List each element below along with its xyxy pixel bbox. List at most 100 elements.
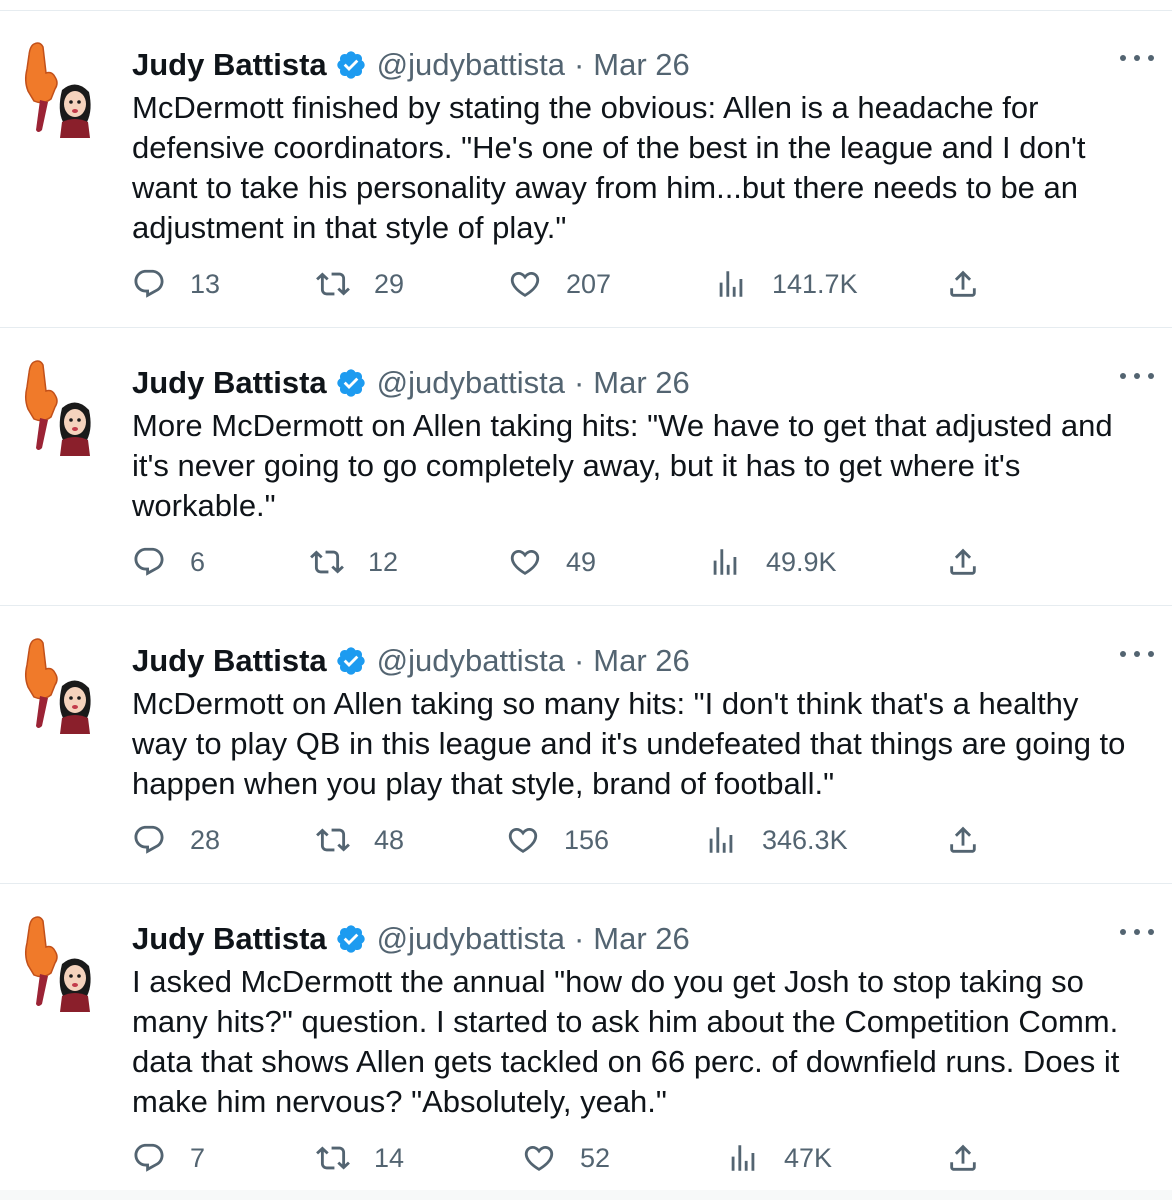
speech-bubble-icon	[134, 1143, 164, 1172]
tweet[interactable]: Judy Battista @judybattista · Mar 26 Mor…	[0, 328, 1172, 606]
speech-bubble-icon	[134, 825, 164, 854]
retweet-button[interactable]: 14	[316, 1138, 404, 1178]
separator-dot: ·	[573, 643, 585, 678]
share-button[interactable]	[946, 820, 980, 860]
views-button[interactable]: 49.9K	[708, 542, 837, 582]
author-name[interactable]: Judy Battista	[132, 365, 327, 401]
views-button[interactable]: 346.3K	[704, 820, 848, 860]
verified-badge-icon	[337, 369, 365, 397]
action-bar: 13 29 207 141.7K	[132, 264, 992, 304]
author-handle[interactable]: @judybattista	[377, 643, 565, 679]
retweet-arrows-icon	[316, 1146, 350, 1170]
reply-count: 7	[190, 1142, 206, 1173]
retweet-button[interactable]: 12	[310, 542, 398, 582]
tweet-header: Judy Battista @judybattista · Mar 26	[132, 358, 690, 408]
like-count: 52	[580, 1142, 611, 1173]
more-options-button[interactable]	[1120, 366, 1154, 386]
author-name[interactable]: Judy Battista	[132, 921, 327, 957]
upload-arrow-icon	[950, 826, 976, 853]
tweet[interactable]: Judy Battista @judybattista · Mar 26 I a…	[0, 884, 1172, 1200]
heart-icon	[510, 549, 540, 575]
reply-count: 13	[190, 268, 221, 299]
bitmoji-face-icon	[59, 680, 91, 734]
bar-chart-icon	[719, 271, 743, 297]
retweet-button[interactable]: 48	[316, 820, 404, 860]
tweet-text: I asked McDermott the annual "how do you…	[132, 964, 1120, 1119]
like-count: 207	[566, 268, 612, 299]
foam-finger-icon	[24, 360, 58, 450]
view-count: 49.9K	[766, 546, 837, 577]
reply-button[interactable]: 13	[132, 264, 220, 304]
tweet-date[interactable]: Mar 26	[593, 365, 689, 401]
retweet-arrows-icon	[316, 828, 350, 852]
tweet[interactable]: Judy Battista @judybattista · Mar 26 McD…	[0, 606, 1172, 884]
avatar[interactable]	[22, 40, 94, 140]
author-handle[interactable]: @judybattista	[377, 921, 565, 957]
like-button[interactable]: 49	[508, 542, 596, 582]
more-options-button[interactable]	[1120, 644, 1154, 664]
bar-chart-icon	[713, 549, 737, 575]
reply-button[interactable]: 6	[132, 542, 205, 582]
tweet-header: Judy Battista @judybattista · Mar 26	[132, 914, 690, 964]
tweet-date[interactable]: Mar 26	[593, 643, 689, 679]
views-button[interactable]: 47K	[726, 1138, 832, 1178]
foam-finger-icon	[24, 916, 58, 1006]
retweet-button[interactable]: 29	[316, 264, 404, 304]
bitmoji-face-icon	[59, 84, 91, 138]
bitmoji-face-icon	[59, 958, 91, 1012]
reply-count: 28	[190, 824, 221, 855]
verified-badge-icon	[337, 647, 365, 675]
bar-chart-icon	[709, 827, 733, 853]
tweet-feed: Judy Battista @judybattista · Mar 26 McD…	[0, 0, 1172, 1200]
reply-count: 6	[190, 546, 206, 577]
like-button[interactable]: 156	[506, 820, 609, 860]
action-bar: 28 48 156 346.3K	[132, 820, 992, 860]
avatar[interactable]	[22, 358, 94, 458]
ellipsis-icon	[1120, 373, 1126, 379]
more-options-button[interactable]	[1120, 922, 1154, 942]
avatar[interactable]	[22, 914, 94, 1014]
upload-arrow-icon	[950, 548, 976, 575]
author-handle[interactable]: @judybattista	[377, 365, 565, 401]
retweet-arrows-icon	[316, 272, 350, 296]
tweet-text: McDermott finished by stating the obviou…	[132, 90, 1086, 245]
like-count: 49	[566, 546, 597, 577]
tweet-date[interactable]: Mar 26	[593, 921, 689, 957]
share-button[interactable]	[946, 264, 980, 304]
bottom-divider	[0, 1190, 1172, 1200]
like-count: 156	[564, 824, 610, 855]
view-count: 47K	[784, 1142, 833, 1173]
share-button[interactable]	[946, 542, 980, 582]
heart-icon	[524, 1145, 554, 1171]
retweet-count: 14	[374, 1142, 405, 1173]
heart-icon	[508, 827, 538, 853]
speech-bubble-icon	[134, 547, 164, 576]
tweet-text: McDermott on Allen taking so many hits: …	[132, 686, 1126, 801]
tweet-header: Judy Battista @judybattista · Mar 26	[132, 636, 690, 686]
views-button[interactable]: 141.7K	[714, 264, 858, 304]
retweet-count: 29	[374, 268, 405, 299]
more-options-button[interactable]	[1120, 48, 1154, 68]
retweet-count: 12	[368, 546, 399, 577]
reply-button[interactable]: 7	[132, 1138, 205, 1178]
tweet[interactable]: Judy Battista @judybattista · Mar 26 McD…	[0, 10, 1172, 328]
tweet-date[interactable]: Mar 26	[593, 47, 689, 83]
author-name[interactable]: Judy Battista	[132, 643, 327, 679]
foam-finger-icon	[24, 638, 58, 728]
ellipsis-icon	[1120, 55, 1126, 61]
verified-badge-icon	[337, 51, 365, 79]
author-name[interactable]: Judy Battista	[132, 47, 327, 83]
reply-button[interactable]: 28	[132, 820, 220, 860]
like-button[interactable]: 52	[522, 1138, 610, 1178]
tweet-header: Judy Battista @judybattista · Mar 26	[132, 40, 690, 90]
ellipsis-icon	[1120, 651, 1126, 657]
tweet-text: More McDermott on Allen taking hits: "We…	[132, 408, 1113, 523]
like-button[interactable]: 207	[508, 264, 611, 304]
share-button[interactable]	[946, 1138, 980, 1178]
ellipsis-icon	[1120, 929, 1126, 935]
upload-arrow-icon	[950, 270, 976, 297]
heart-icon	[510, 271, 540, 297]
foam-finger-icon	[24, 42, 58, 132]
author-handle[interactable]: @judybattista	[377, 47, 565, 83]
avatar[interactable]	[22, 636, 94, 736]
